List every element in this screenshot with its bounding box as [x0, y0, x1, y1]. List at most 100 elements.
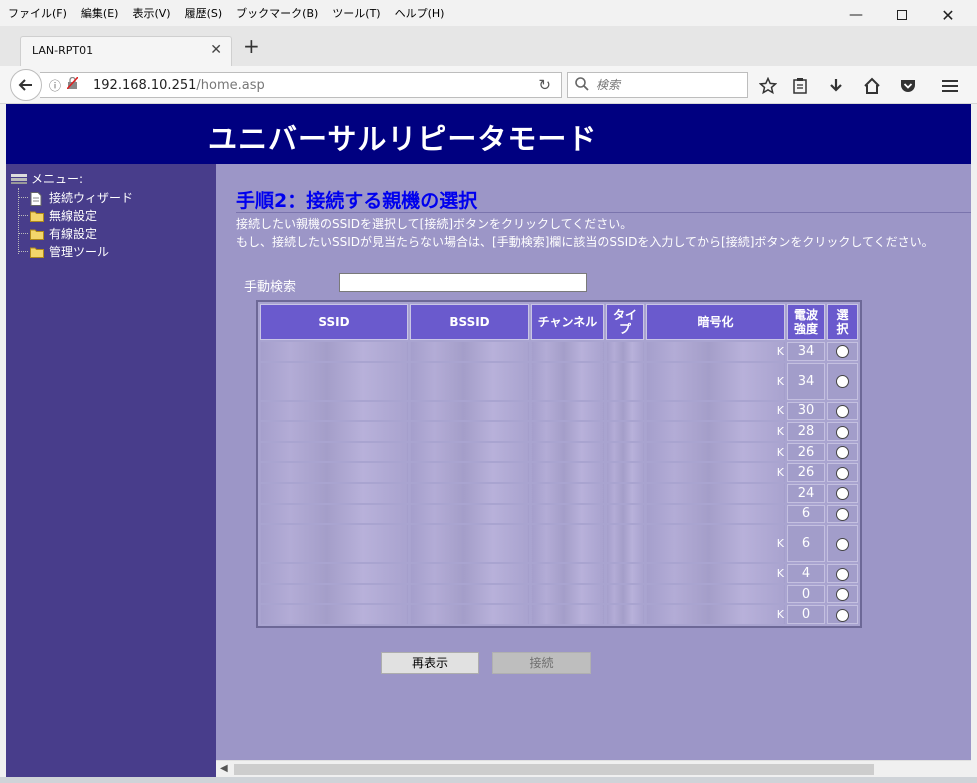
ssid-cell: [260, 584, 408, 604]
tab-close-icon[interactable]: ✕: [210, 42, 222, 58]
signal-cell: 6: [787, 504, 825, 524]
select-radio[interactable]: [836, 608, 849, 622]
select-radio[interactable]: [836, 507, 849, 521]
channel-cell: [531, 525, 604, 563]
select-cell: [827, 401, 858, 421]
connect-button[interactable]: 接続: [492, 652, 591, 674]
menu-item[interactable]: 表示(V): [132, 5, 170, 21]
sidebar-item[interactable]: 接続ウィザード: [18, 189, 133, 206]
menu-item[interactable]: ヘルプ(H): [395, 5, 445, 21]
type-cell: [606, 564, 644, 583]
menu-item[interactable]: 履歴(S): [185, 5, 223, 21]
signal-cell: 26: [787, 442, 825, 462]
star-icon: [759, 77, 777, 95]
select-radio[interactable]: [836, 487, 849, 501]
select-cell: [827, 483, 858, 503]
select-radio[interactable]: [836, 345, 849, 359]
url-path: /home.asp: [196, 78, 265, 93]
navigation-bar: ⓘ 192.168.10.251/home.asp ↻: [0, 66, 977, 104]
column-header-bssid: BSSID: [410, 304, 529, 340]
select-radio[interactable]: [836, 446, 849, 460]
select-radio[interactable]: [836, 588, 849, 602]
bssid-cell: [410, 422, 529, 441]
encryption-cell: K: [646, 463, 785, 482]
bssid-cell: [410, 605, 529, 624]
bssid-cell: [410, 564, 529, 583]
select-radio[interactable]: [836, 404, 849, 418]
select-cell: [827, 442, 858, 462]
info-icon[interactable]: ⓘ: [49, 77, 61, 94]
bssid-cell: [410, 342, 529, 361]
search-bar[interactable]: [567, 72, 748, 98]
bookmark-star-button[interactable]: [757, 75, 779, 97]
taskbar-strip: [0, 777, 977, 783]
select-radio[interactable]: [836, 537, 849, 551]
select-radio[interactable]: [836, 375, 849, 389]
type-cell: [606, 504, 644, 524]
folder-icon: [30, 210, 44, 222]
url-bar[interactable]: ⓘ 192.168.10.251/home.asp ↻: [40, 72, 562, 98]
url-host: 192.168.10.251: [93, 78, 197, 93]
tree-branch: [18, 215, 28, 216]
back-button[interactable]: [10, 69, 42, 101]
scroll-left-icon[interactable]: ◀: [220, 763, 228, 774]
search-input[interactable]: [594, 76, 744, 94]
main-menu-button[interactable]: [939, 75, 961, 97]
select-cell: [827, 525, 858, 563]
bssid-cell: [410, 525, 529, 563]
pocket-icon: [901, 80, 915, 92]
ssid-cell: [260, 525, 408, 563]
type-cell: [606, 605, 644, 624]
hamburger-icon: [942, 80, 958, 92]
channel-cell: [531, 483, 604, 503]
folder-icon: [30, 228, 44, 240]
encryption-cell: [646, 584, 785, 604]
select-radio[interactable]: [836, 425, 849, 439]
select-radio[interactable]: [836, 567, 849, 581]
insecure-lock-icon[interactable]: [66, 76, 79, 92]
signal-cell: 30: [787, 401, 825, 421]
horizontal-scrollbar[interactable]: ◀: [216, 760, 971, 777]
ssid-cell: [260, 605, 408, 624]
reading-list-button[interactable]: [789, 75, 811, 97]
menu-item[interactable]: ブックマーク(B): [236, 5, 318, 21]
menu-item[interactable]: 編集(E): [81, 5, 119, 21]
sidebar-bottom: [6, 760, 216, 777]
tab-lan-rpt01[interactable]: LAN-RPT01 ✕: [20, 36, 232, 66]
encryption-cell: K: [646, 401, 785, 421]
bssid-cell: [410, 463, 529, 482]
signal-cell: 26: [787, 463, 825, 482]
menu-item[interactable]: ファイル(F): [8, 5, 67, 21]
banner-title: ユニバーサルリピータモード: [208, 122, 598, 156]
refresh-button[interactable]: 再表示: [381, 652, 479, 674]
reload-icon[interactable]: ↻: [538, 76, 551, 94]
tab-title: LAN-RPT01: [32, 44, 94, 57]
type-cell: [606, 442, 644, 462]
sidebar-item[interactable]: 有線設定: [18, 225, 97, 242]
type-cell: [606, 483, 644, 503]
downloads-button[interactable]: [825, 75, 847, 97]
channel-cell: [531, 442, 604, 462]
table-row: K6: [260, 525, 858, 563]
type-cell: [606, 525, 644, 563]
bssid-cell: [410, 401, 529, 421]
encryption-cell: [646, 504, 785, 524]
select-cell: [827, 564, 858, 583]
sidebar-item-label: 有線設定: [49, 227, 98, 241]
new-tab-button[interactable]: +: [243, 36, 260, 56]
pocket-button[interactable]: [897, 75, 919, 97]
sidebar-item[interactable]: 無線設定: [18, 207, 97, 224]
ssid-cell: [260, 463, 408, 482]
close-icon: ✕: [941, 5, 955, 25]
select-radio[interactable]: [836, 466, 849, 480]
menu-item[interactable]: ツール(T): [332, 5, 380, 21]
sidebar-item[interactable]: 管理ツール: [18, 243, 109, 260]
url-text[interactable]: 192.168.10.251/home.asp: [93, 78, 265, 93]
channel-cell: [531, 584, 604, 604]
home-button[interactable]: [861, 75, 883, 97]
signal-cell: 0: [787, 605, 825, 624]
scrollbar-thumb[interactable]: [234, 764, 874, 775]
page-edge: [971, 104, 977, 760]
manual-search-input[interactable]: [339, 273, 587, 292]
table-row: K 34: [260, 342, 858, 361]
